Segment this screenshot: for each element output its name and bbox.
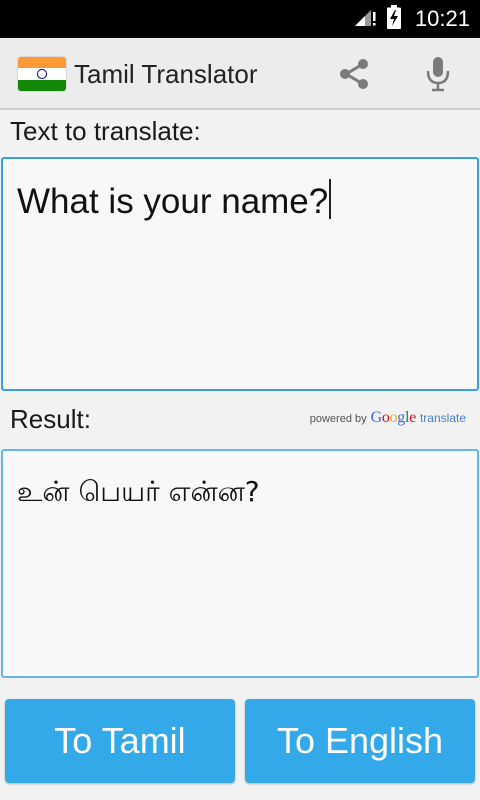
action-bar: Tamil Translator [0, 38, 480, 110]
status-time: 10:21 [414, 6, 470, 31]
text-caret [329, 179, 332, 219]
share-icon [340, 59, 368, 89]
to-tamil-button[interactable]: To Tamil [5, 699, 235, 783]
microphone-button[interactable] [416, 52, 460, 96]
input-text: What is your name? [17, 182, 329, 221]
app-title: Tamil Translator [74, 58, 258, 89]
result-label: Result: [10, 404, 91, 434]
result-text: உன் பெயர் என்ன? [17, 475, 260, 508]
share-button[interactable] [332, 52, 376, 96]
india-flag-icon [18, 57, 66, 91]
result-output[interactable]: உன் பெயர் என்ன? [1, 449, 479, 678]
input-text-content: What is your name? [17, 179, 332, 222]
input-label: Text to translate: [10, 116, 201, 146]
powered-by-google: powered by Google translate [310, 409, 466, 427]
to-english-button[interactable]: To English [245, 699, 475, 783]
google-logo: Google [370, 409, 417, 426]
powered-by-text: powered by [309, 413, 367, 425]
microphone-icon [426, 57, 450, 92]
battery-charging-icon [386, 5, 401, 33]
status-bar: 10:21 [0, 0, 480, 38]
translate-input[interactable]: What is your name? [1, 157, 479, 391]
signal-warning-icon [353, 6, 377, 32]
status-icons: 10:21 [353, 0, 470, 38]
translate-text: translate [419, 411, 466, 425]
